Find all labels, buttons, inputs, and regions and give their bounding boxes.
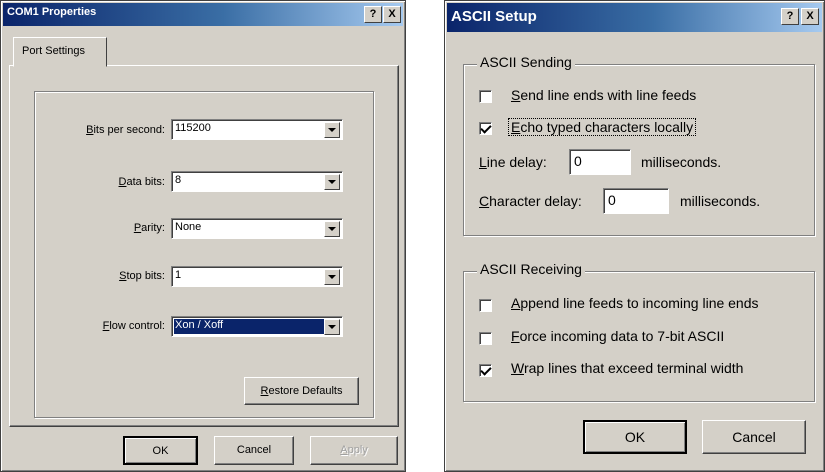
send-line-ends-label[interactable]: Send line ends with line feeds [511,87,696,103]
stop-bits-label: Stop bits: [119,270,165,282]
cancel-button[interactable]: Cancel [214,436,294,465]
restore-defaults-button[interactable]: Restore Defaults [244,377,359,405]
append-line-feeds-label[interactable]: Append line feeds to incoming line ends [511,295,759,311]
help-button[interactable]: ? [364,6,382,23]
chevron-down-icon[interactable] [324,221,340,237]
ok-button[interactable]: OK [123,436,198,465]
flow-control-label: Flow control: [102,320,165,332]
ok-button[interactable]: OK [583,420,687,454]
help-button[interactable]: ? [781,8,799,25]
ascii-title: ASCII Setup [451,8,537,25]
line-delay-unit: milliseconds. [641,154,722,170]
chevron-down-icon[interactable] [324,269,340,285]
apply-button[interactable]: Apply [310,436,398,465]
data-bits-label: Data bits: [118,176,165,188]
append-line-feeds-checkbox[interactable] [479,299,492,312]
char-delay-unit: milliseconds. [680,193,761,209]
parity-label: Parity: [133,222,165,234]
char-delay-label: Character delay: [479,193,582,209]
bits-per-second-select[interactable]: 115200 [171,119,343,140]
chevron-down-icon[interactable] [324,319,340,335]
close-button[interactable]: X [801,8,819,25]
com1-titlebar[interactable]: COM1 Properties ? X [3,3,403,26]
wrap-lines-label[interactable]: Wrap lines that exceed terminal width [511,360,743,376]
data-bits-select[interactable]: 8 [171,171,343,192]
line-delay-label: Line delay: [479,154,547,170]
com1-title: COM1 Properties [7,6,97,18]
echo-locally-label[interactable]: Echo typed characters locally [508,118,697,136]
flow-control-select[interactable]: Xon / Xoff [171,316,343,337]
wrap-lines-checkbox[interactable] [479,364,492,377]
port-settings-group [34,91,374,418]
com1-properties-dialog: COM1 Properties ? X Port Settings Bits p… [0,0,406,472]
bits-per-second-label: Bits per second: [86,124,165,136]
ascii-receiving-legend: ASCII Receiving [477,261,585,277]
force-7bit-checkbox[interactable] [479,332,492,345]
tab-port-settings-label: Port Settings [22,45,85,57]
stop-bits-select[interactable]: 1 [171,266,343,287]
ascii-sending-legend: ASCII Sending [477,54,575,70]
parity-select[interactable]: None [171,218,343,239]
close-button[interactable]: X [383,6,401,23]
ascii-titlebar[interactable]: ASCII Setup ? X [447,3,822,32]
ascii-setup-dialog: ASCII Setup ? X ASCII Sending Send line … [444,0,825,472]
char-delay-input[interactable]: 0 [603,188,669,214]
line-delay-input[interactable]: 0 [569,149,631,175]
echo-locally-checkbox[interactable] [479,122,492,135]
chevron-down-icon[interactable] [324,174,340,190]
cancel-button[interactable]: Cancel [702,420,806,454]
send-line-ends-checkbox[interactable] [479,90,492,103]
chevron-down-icon[interactable] [324,122,340,138]
force-7bit-label[interactable]: Force incoming data to 7-bit ASCII [511,328,724,344]
tab-port-settings[interactable]: Port Settings [13,37,107,67]
